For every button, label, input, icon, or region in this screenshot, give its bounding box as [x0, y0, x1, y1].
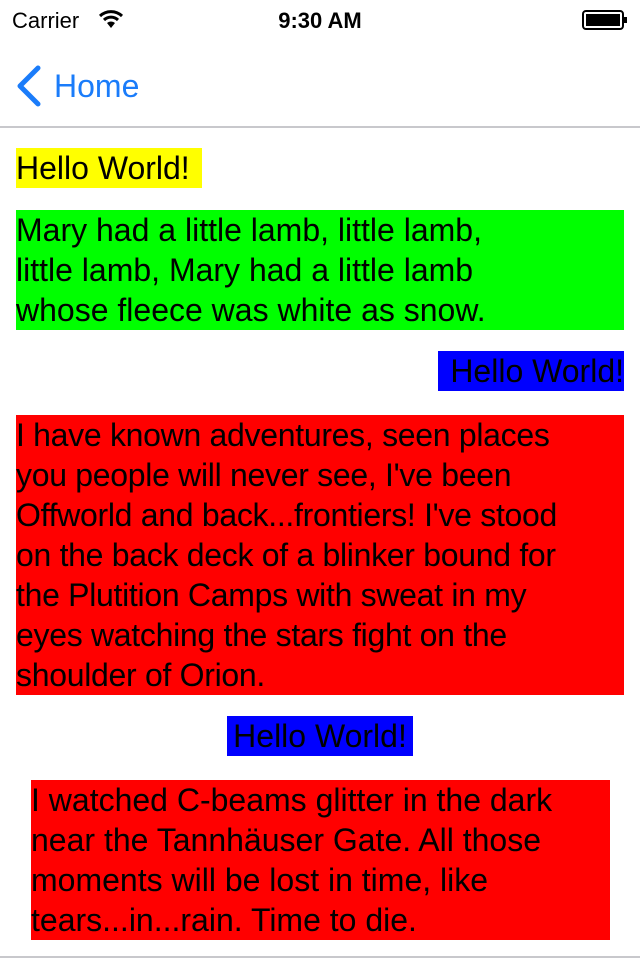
adventures-label: I have known adventures, seen places you… [16, 415, 624, 695]
c-beams-label: I watched C-beams glitter in the dark ne… [31, 780, 610, 940]
hello-world-label-right: Hello World! [438, 351, 624, 391]
status-time: 9:30 AM [278, 8, 362, 33]
back-button[interactable]: Home [14, 64, 139, 108]
navigation-bar: Home [0, 40, 640, 128]
hello-world-label-center: Hello World! [227, 716, 413, 756]
battery-icon [582, 10, 628, 30]
chevron-left-icon [17, 65, 41, 107]
hello-world-label-yellow: Hello World! [16, 148, 202, 188]
status-bar: Carrier 9:30 AM [0, 0, 640, 40]
mary-lamb-label: Mary had a little lamb, little lamb, lit… [16, 210, 624, 330]
bottom-divider [0, 956, 640, 958]
back-button-label: Home [54, 67, 140, 104]
